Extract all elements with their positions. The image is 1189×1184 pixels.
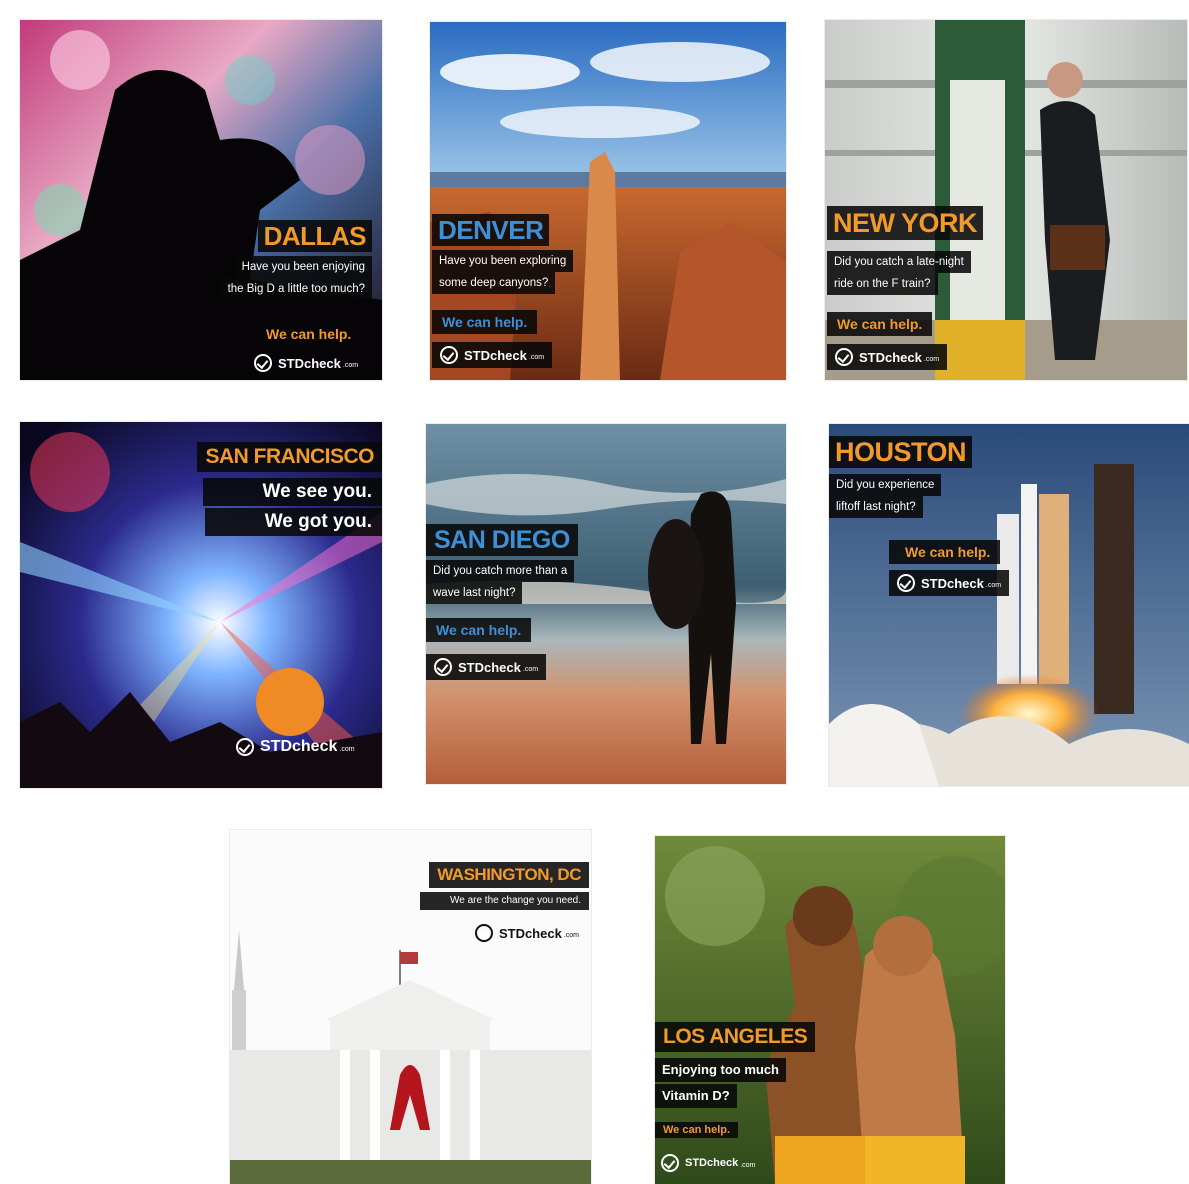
cta-text: We can help.	[266, 326, 352, 342]
tagline-1: We are the change you need.	[419, 892, 589, 910]
brand-logo: STDcheck .com	[236, 738, 355, 756]
logo-suffix: .com	[528, 353, 545, 361]
ad-sanfrancisco: SAN FRANCISCO We see you. We got you. ST…	[20, 422, 382, 788]
brand-logo: STDcheck .com	[827, 344, 948, 370]
city-title: HOUSTON	[829, 436, 973, 468]
city-title: NEW YORK	[827, 206, 984, 240]
city-title: WASHINGTON, DC	[429, 862, 589, 888]
tagline-1: Have you been enjoying	[234, 256, 372, 278]
tagline-2: Vitamin D?	[655, 1084, 737, 1108]
check-icon	[897, 574, 915, 592]
check-icon	[254, 354, 272, 372]
brand-logo: STDcheck .com	[889, 570, 1010, 596]
logo-text: STDcheck	[921, 575, 984, 591]
logo-text: STDcheck	[278, 355, 341, 371]
logo-text: STDcheck	[685, 1157, 739, 1169]
logo-suffix: .com	[522, 665, 539, 673]
city-title: SAN DIEGO	[426, 524, 578, 556]
ad-houston: HOUSTON Did you experience liftoff last …	[829, 424, 1189, 786]
cta-text: We can help.	[426, 618, 532, 642]
logo-suffix: .com	[563, 931, 579, 939]
tagline-1: Did you experience	[829, 474, 942, 496]
logo-suffix: .com	[342, 361, 359, 369]
brand-logo: STDcheck .com	[426, 654, 547, 680]
city-title: LOS ANGELES	[655, 1022, 816, 1052]
cta-text: We can help.	[432, 310, 538, 334]
sandiego-photo	[426, 424, 786, 784]
logo-text: STDcheck	[458, 659, 521, 675]
logo-text: STDcheck	[464, 347, 527, 363]
brand-logo: STDcheck .com	[474, 924, 579, 942]
brand-logo: STDcheck .com	[254, 354, 358, 372]
sanfrancisco-photo	[20, 422, 382, 788]
logo-suffix: .com	[339, 745, 355, 753]
tagline-2: the Big D a little too much?	[220, 278, 372, 300]
logo-suffix: .com	[740, 1161, 756, 1169]
ad-losangeles: LOS ANGELES Enjoying too much Vitamin D?…	[655, 836, 1005, 1184]
city-title: SAN FRANCISCO	[197, 442, 382, 472]
check-icon	[661, 1154, 679, 1172]
tagline-1: Did you catch a late-night	[827, 251, 971, 273]
logo-text: STDcheck	[498, 925, 562, 941]
logo-text: STDcheck	[260, 738, 338, 755]
check-icon	[236, 738, 254, 756]
tagline-2: wave last night?	[426, 582, 523, 604]
brand-logo: STDcheck .com	[432, 342, 553, 368]
ad-denver: DENVER Have you been exploring some deep…	[430, 22, 786, 380]
tagline-1: We see you.	[202, 478, 382, 506]
check-icon	[835, 348, 853, 366]
check-icon	[474, 924, 493, 942]
tagline-1: Enjoying too much	[655, 1058, 786, 1082]
cta-text: We can help.	[827, 312, 933, 336]
logo-suffix: .com	[923, 355, 940, 363]
cta-text: We can help.	[655, 1122, 739, 1138]
city-title: DENVER	[432, 214, 550, 246]
ad-newyork: NEW YORK Did you catch a late-night ride…	[825, 20, 1187, 380]
tagline-1: Have you been exploring	[432, 250, 574, 272]
tagline-2: liftoff last night?	[829, 496, 923, 518]
logo-text: STDcheck	[859, 349, 922, 365]
brand-logo: STDcheck .com	[661, 1154, 755, 1172]
ad-dallas: DALLAS Have you been enjoying the Big D …	[20, 20, 382, 380]
tagline-2: ride on the F train?	[827, 273, 938, 295]
ad-washington: WASHINGTON, DC We are the change you nee…	[230, 830, 591, 1184]
tagline-2: some deep canyons?	[432, 272, 556, 294]
tagline-1: Did you catch more than a	[426, 560, 575, 582]
cta-text: We can help.	[889, 540, 1001, 564]
tagline-2: We got you.	[204, 508, 382, 536]
check-icon	[440, 346, 458, 364]
check-icon	[434, 658, 452, 676]
city-title: DALLAS	[257, 220, 372, 252]
logo-suffix: .com	[985, 581, 1002, 589]
ad-sandiego: SAN DIEGO Did you catch more than a wave…	[426, 424, 786, 784]
